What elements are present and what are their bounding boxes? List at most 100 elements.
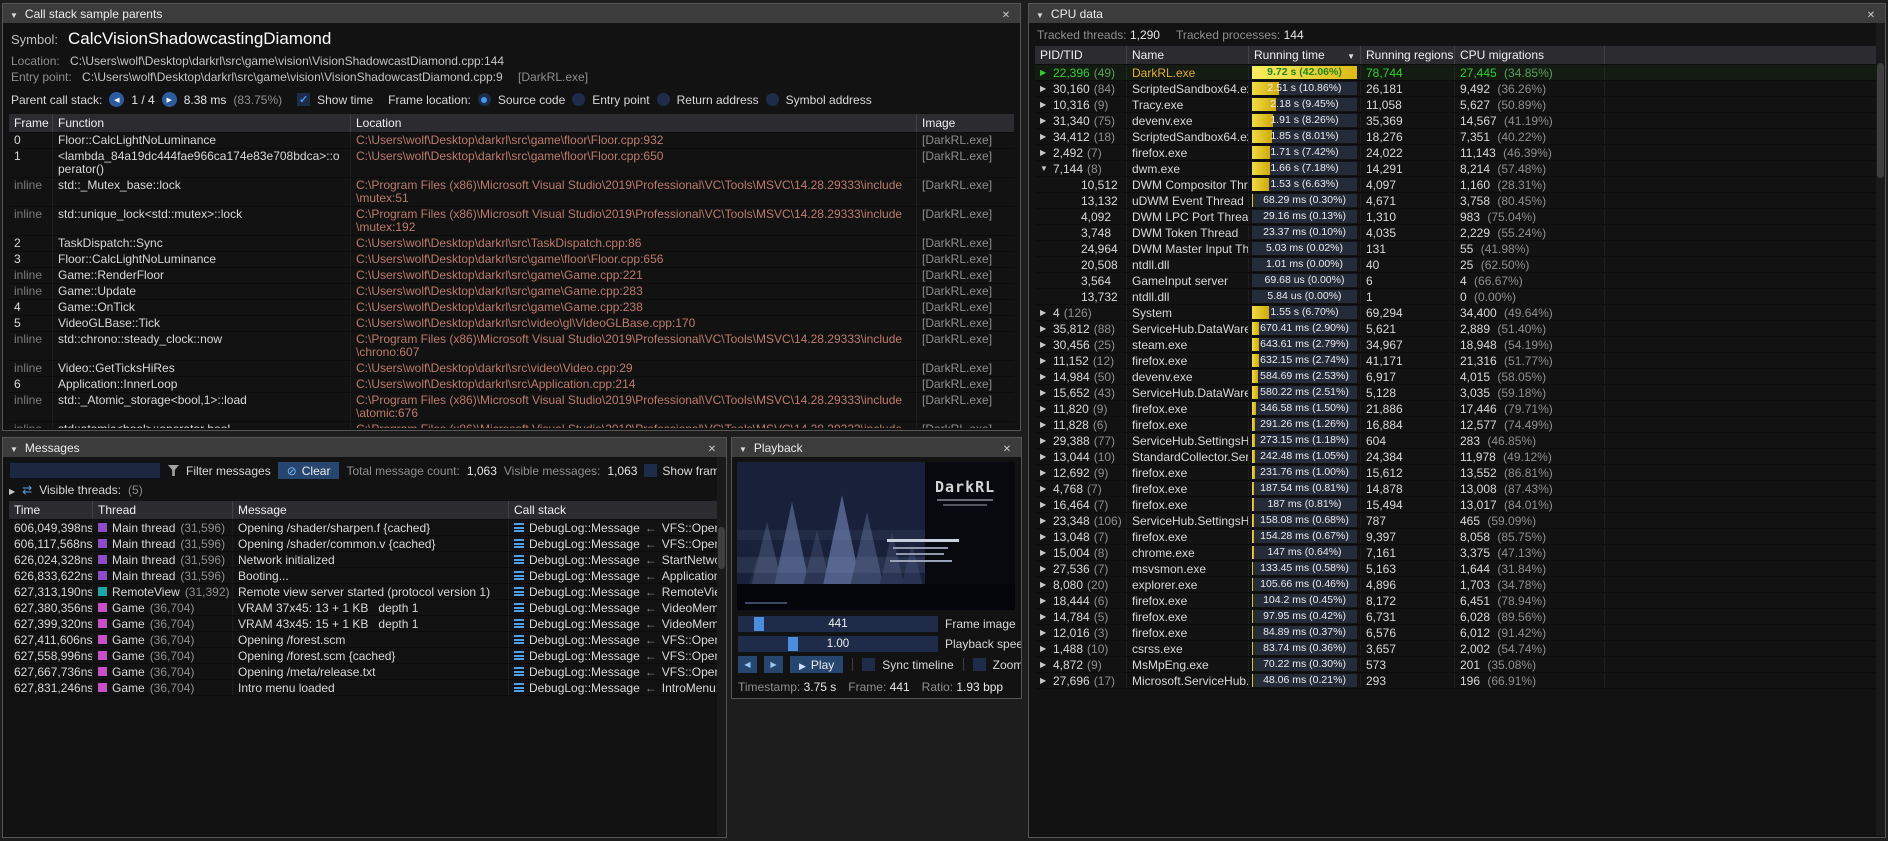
message-row[interactable]: 627,399,320ns Game (36,704) VRAM 43x45: … bbox=[9, 616, 720, 632]
process-row[interactable]: ▶ 10,316 (9) Tracy.exe 2.18 s (9.45%) 11… bbox=[1035, 97, 1879, 113]
process-row[interactable]: ▶ 13,044 (10) StandardCollector.Servic 2… bbox=[1035, 449, 1879, 465]
collapse-icon[interactable] bbox=[739, 441, 747, 455]
process-row[interactable]: 13,132 uDWM Event Thread 68.29 ms (0.30%… bbox=[1035, 193, 1879, 209]
callstack-row[interactable]: inline std::unique_lock<std::mutex>::loc… bbox=[9, 207, 1014, 236]
callstack-row[interactable]: inline std::_Mutex_base::lock C:\Program… bbox=[9, 178, 1014, 207]
cpu-titlebar[interactable]: CPU data bbox=[1029, 4, 1885, 23]
column-callstack[interactable]: Call stack bbox=[509, 501, 720, 519]
process-row[interactable]: 13,732 ntdll.dll 5.84 us (0.00%) 1 0 (0.… bbox=[1035, 289, 1879, 305]
message-row[interactable]: 606,117,568ns Main thread (31,596) Openi… bbox=[9, 536, 720, 552]
callstack-row[interactable]: 3 Floor::CalcLightNoLuminance C:\Users\w… bbox=[9, 252, 1014, 268]
expand-icon[interactable]: ▶ bbox=[1040, 84, 1049, 93]
expand-icon[interactable]: ▶ bbox=[1040, 340, 1049, 349]
scrollbar-thumb[interactable] bbox=[1877, 63, 1884, 178]
expand-icon[interactable]: ▶ bbox=[1040, 116, 1049, 125]
column-image[interactable]: Image bbox=[917, 114, 1014, 132]
expand-icon[interactable]: ▶ bbox=[1040, 548, 1049, 557]
show-frame-checkbox[interactable] bbox=[644, 464, 657, 477]
message-callstack[interactable]: DebugLog::Message VFS::Open bbox=[509, 633, 720, 647]
play-button[interactable]: Play bbox=[790, 656, 843, 673]
message-callstack[interactable]: DebugLog::Message VFS::Open bbox=[509, 537, 720, 551]
process-row[interactable]: ▶ 23,348 (106) ServiceHub.SettingsHost 1… bbox=[1035, 513, 1879, 529]
playback-speed-slider[interactable]: 1.00 bbox=[738, 636, 938, 652]
expand-icon[interactable]: ▶ bbox=[1040, 388, 1049, 397]
process-row[interactable]: ▶ 27,536 (7) msvsmon.exe 133.45 ms (0.58… bbox=[1035, 561, 1879, 577]
expand-icon[interactable]: ▶ bbox=[1040, 564, 1049, 573]
message-row[interactable]: 626,024,328ns Main thread (31,596) Netwo… bbox=[9, 552, 720, 568]
message-row[interactable]: 627,558,996ns Game (36,704) Opening /for… bbox=[9, 648, 720, 664]
expand-icon[interactable]: ▶ bbox=[1040, 468, 1049, 477]
callstack-icon[interactable] bbox=[514, 571, 524, 580]
callstack-row[interactable]: 2 TaskDispatch::Sync C:\Users\wolf\Deskt… bbox=[9, 236, 1014, 252]
expand-icon[interactable]: ▶ bbox=[1040, 404, 1049, 413]
callstack-icon[interactable] bbox=[514, 539, 524, 548]
process-row[interactable]: 10,512 DWM Compositor Thread 1.53 s (6.6… bbox=[1035, 177, 1879, 193]
callstack-icon[interactable] bbox=[514, 651, 524, 660]
message-callstack[interactable]: DebugLog::Message StartNetwo bbox=[509, 553, 720, 567]
show-time-checkbox[interactable] bbox=[297, 93, 310, 106]
process-row[interactable]: 3,564 GameInput server 69.68 us (0.00%) … bbox=[1035, 273, 1879, 289]
expand-icon[interactable]: ▶ bbox=[1040, 596, 1049, 605]
expand-icon[interactable]: ▶ bbox=[1040, 452, 1049, 461]
message-callstack[interactable]: DebugLog::Message Application: bbox=[509, 569, 720, 583]
callstack-titlebar[interactable]: Call stack sample parents bbox=[3, 4, 1020, 23]
expand-icon[interactable]: ▶ bbox=[1040, 612, 1049, 621]
process-row[interactable]: ▶ 15,004 (8) chrome.exe 147 ms (0.64%) 7… bbox=[1035, 545, 1879, 561]
collapse-icon[interactable] bbox=[10, 7, 18, 21]
process-row[interactable]: ▼ 7,144 (8) dwm.exe 1.66 s (7.18%) 14,29… bbox=[1035, 161, 1879, 177]
process-row[interactable]: ▶ 12,016 (3) firefox.exe 84.89 ms (0.37%… bbox=[1035, 625, 1879, 641]
messages-scrollbar[interactable] bbox=[717, 457, 726, 836]
expand-icon[interactable]: ▶ bbox=[1040, 356, 1049, 365]
callstack-row[interactable]: inline Game::Update C:\Users\wolf\Deskto… bbox=[9, 284, 1014, 300]
filter-input[interactable] bbox=[9, 462, 161, 479]
column-time[interactable]: Time bbox=[9, 501, 93, 519]
expand-icon[interactable]: ▶ bbox=[1040, 580, 1049, 589]
expand-icon[interactable] bbox=[9, 483, 15, 497]
callstack-icon[interactable] bbox=[514, 667, 524, 676]
message-callstack[interactable]: DebugLog::Message IntroMenu:: bbox=[509, 681, 720, 695]
message-row[interactable]: 627,313,190ns RemoteView (31,392) Remote… bbox=[9, 584, 720, 600]
collapse-icon[interactable] bbox=[10, 441, 18, 455]
close-icon[interactable] bbox=[999, 7, 1013, 21]
process-row[interactable]: 4,092 DWM LPC Port Thread 29.16 ms (0.13… bbox=[1035, 209, 1879, 225]
message-callstack[interactable]: DebugLog::Message VideoMemo bbox=[509, 617, 720, 631]
process-row[interactable]: ▶ 35,812 (88) ServiceHub.DataWarehou 670… bbox=[1035, 321, 1879, 337]
column-frame[interactable]: Frame bbox=[9, 114, 53, 132]
callstack-icon[interactable] bbox=[514, 635, 524, 644]
expand-icon[interactable]: ▶ bbox=[1040, 308, 1049, 317]
expand-icon[interactable]: ▶ bbox=[1040, 324, 1049, 333]
process-row[interactable]: ▶ 27,696 (17) Microsoft.ServiceHub.Co 48… bbox=[1035, 673, 1879, 689]
callstack-icon[interactable] bbox=[514, 619, 524, 628]
process-row[interactable]: 24,964 DWM Master Input Threa 5.03 ms (0… bbox=[1035, 241, 1879, 257]
process-row[interactable]: ▶ 1,488 (10) csrss.exe 83.74 ms (0.36%) … bbox=[1035, 641, 1879, 657]
next-parent-button[interactable] bbox=[162, 92, 177, 107]
process-row[interactable]: 20,508 ntdll.dll 1.01 ms (0.00%) 40 25 (… bbox=[1035, 257, 1879, 273]
expand-icon[interactable]: ▶ bbox=[1040, 500, 1049, 509]
process-row[interactable]: 3,748 DWM Token Thread 23.37 ms (0.10%) … bbox=[1035, 225, 1879, 241]
process-row[interactable]: ▶ 30,160 (84) ScriptedSandbox64.exe 2.51… bbox=[1035, 81, 1879, 97]
process-row[interactable]: ▶ 22,396 (49) DarkRL.exe 9.72 s (42.06%)… bbox=[1035, 65, 1879, 81]
callstack-icon[interactable] bbox=[514, 587, 524, 596]
clear-button[interactable]: Clear bbox=[278, 462, 340, 479]
visible-threads-row[interactable]: Visible threads: (5) bbox=[3, 482, 726, 501]
process-row[interactable]: ▶ 4 (126) System 1.55 s (6.70%) 69,294 3… bbox=[1035, 305, 1879, 321]
message-row[interactable]: 627,831,246ns Game (36,704) Intro menu l… bbox=[9, 680, 720, 696]
message-row[interactable]: 626,833,622ns Main thread (31,596) Booti… bbox=[9, 568, 720, 584]
prev-parent-button[interactable] bbox=[109, 92, 124, 107]
expand-icon[interactable]: ▶ bbox=[1040, 532, 1049, 541]
collapse-icon[interactable] bbox=[1036, 7, 1044, 21]
column-message[interactable]: Message bbox=[233, 501, 509, 519]
process-row[interactable]: ▶ 8,080 (20) explorer.exe 105.66 ms (0.4… bbox=[1035, 577, 1879, 593]
message-row[interactable]: 627,411,606ns Game (36,704) Opening /for… bbox=[9, 632, 720, 648]
callstack-row[interactable]: 5 VideoGLBase::Tick C:\Users\wolf\Deskto… bbox=[9, 316, 1014, 332]
callstack-row[interactable]: inline Game::RenderFloor C:\Users\wolf\D… bbox=[9, 268, 1014, 284]
process-row[interactable]: ▶ 13,048 (7) firefox.exe 154.28 ms (0.67… bbox=[1035, 529, 1879, 545]
callstack-row[interactable]: inline std::_Atomic_storage<bool,1>::loa… bbox=[9, 393, 1014, 422]
expand-icon[interactable]: ▶ bbox=[1040, 676, 1049, 685]
expand-icon[interactable]: ▶ bbox=[1040, 644, 1049, 653]
callstack-row[interactable]: 6 Application::InnerLoop C:\Users\wolf\D… bbox=[9, 377, 1014, 393]
callstack-row[interactable]: 0 Floor::CalcLightNoLuminance C:\Users\w… bbox=[9, 133, 1014, 149]
callstack-icon[interactable] bbox=[514, 683, 524, 692]
expand-icon[interactable]: ▶ bbox=[1040, 420, 1049, 429]
return-address-radio[interactable] bbox=[657, 93, 670, 106]
